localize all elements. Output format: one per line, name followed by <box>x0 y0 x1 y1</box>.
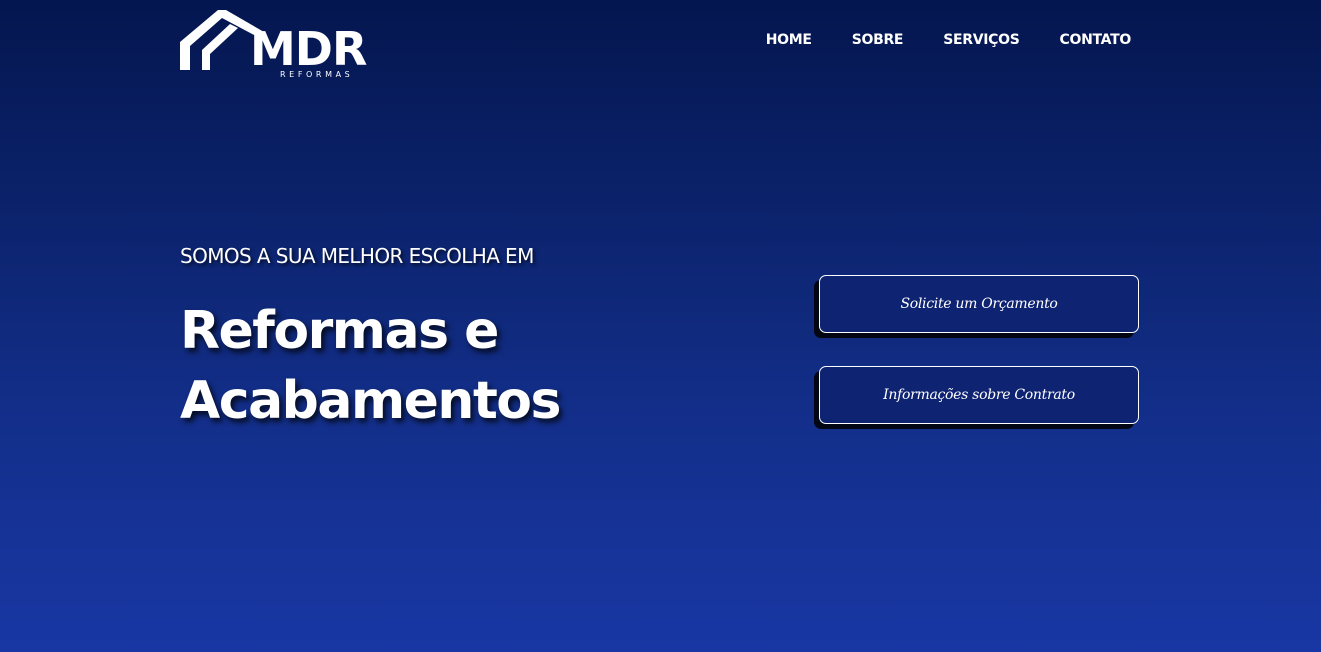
hero-headline-line2: Acabamentos <box>180 371 561 431</box>
nav-sobre[interactable]: SOBRE <box>852 30 904 50</box>
nav-home[interactable]: HOME <box>766 30 812 50</box>
brand-logo[interactable]: MDR REFORMAS <box>180 6 367 82</box>
hero-headline-line1: Reformas e <box>180 301 499 361</box>
nav-contato[interactable]: CONTATO <box>1060 30 1132 50</box>
contract-info-button[interactable]: Informações sobre Contrato <box>819 366 1139 424</box>
hero-tagline: SOMOS A SUA MELHOR ESCOLHA EM <box>180 244 534 268</box>
brand-name: MDR <box>250 22 367 76</box>
main-nav: HOME SOBRE SERVIÇOS CONTATO <box>726 30 1132 50</box>
request-quote-button[interactable]: Solicite um Orçamento <box>819 275 1139 333</box>
hero-headline: Reformas e Acabamentos <box>180 296 700 436</box>
nav-servicos[interactable]: SERVIÇOS <box>943 30 1020 50</box>
site-header: MDR REFORMAS HOME SOBRE SERVIÇOS CONTATO <box>0 0 1321 90</box>
brand-subtitle: REFORMAS <box>280 70 354 79</box>
